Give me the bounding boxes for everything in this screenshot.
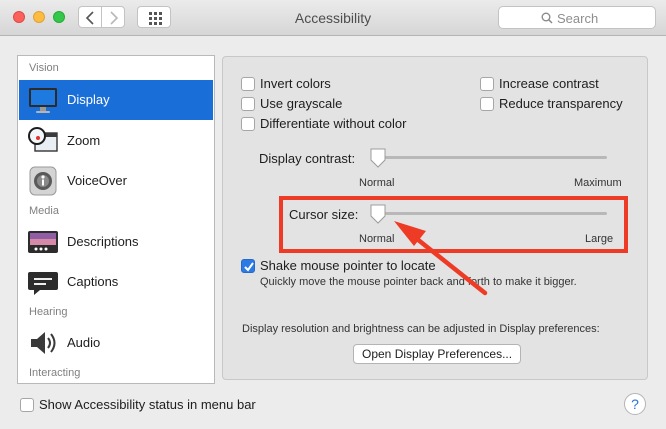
contrast-max-label: Maximum <box>574 177 622 189</box>
sidebar-item-label: VoiceOver <box>67 173 127 188</box>
checkbox[interactable] <box>480 97 494 111</box>
checkmark-icon <box>244 262 254 272</box>
shake-hint-text: Quickly move the mouse pointer back and … <box>260 276 577 288</box>
display-contrast-slider-knob[interactable] <box>369 148 387 168</box>
checkbox-label: Reduce transparency <box>499 96 623 111</box>
title-bar: Accessibility <box>0 0 666 36</box>
descriptions-icon <box>28 231 58 253</box>
sidebar-item-label: Captions <box>67 274 119 289</box>
sidebar-item-voiceover[interactable]: VoiceOver <box>19 161 213 201</box>
sidebar-item-zoom[interactable]: Zoom <box>19 121 213 161</box>
checkbox[interactable] <box>241 97 255 111</box>
captions-icon <box>28 272 58 295</box>
checkbox-label: Use grayscale <box>260 96 343 111</box>
search-field[interactable] <box>498 6 656 29</box>
checkbox-label: Differentiate without color <box>260 116 407 131</box>
section-label-media: Media <box>29 205 59 217</box>
checkbox[interactable] <box>241 259 255 273</box>
category-sidebar[interactable]: Vision Display Zoom VoiceOver Media Desc… <box>17 55 215 384</box>
checkbox-label: Increase contrast <box>499 76 599 91</box>
search-icon <box>541 12 553 24</box>
section-label-vision: Vision <box>29 62 59 74</box>
display-contrast-label: Display contrast: <box>259 151 356 166</box>
voiceover-icon <box>29 166 57 196</box>
help-button[interactable]: ? <box>624 393 646 415</box>
checkbox-label: Shake mouse pointer to locate <box>260 258 436 273</box>
sidebar-item-descriptions[interactable]: Descriptions <box>19 222 213 262</box>
contrast-min-label: Normal <box>359 177 395 189</box>
checkbox[interactable] <box>20 398 34 412</box>
sidebar-item-label: Descriptions <box>67 234 139 249</box>
display-contrast-slider[interactable] <box>373 156 607 159</box>
sidebar-item-audio[interactable]: Audio <box>19 323 213 363</box>
sidebar-item-label: Zoom <box>67 133 101 148</box>
sidebar-item-display[interactable]: Display <box>19 80 213 120</box>
zoom-icon <box>28 127 58 152</box>
open-display-preferences-button[interactable]: Open Display Preferences... <box>353 344 522 364</box>
highlight-box <box>279 196 628 253</box>
checkbox-label: Show Accessibility status in menu bar <box>39 397 256 412</box>
search-input[interactable] <box>557 10 649 26</box>
checkbox[interactable] <box>241 77 255 91</box>
resolution-note: Display resolution and brightness can be… <box>242 323 600 335</box>
section-label-hearing: Hearing <box>29 306 68 318</box>
checkbox[interactable] <box>241 117 255 131</box>
audio-icon <box>31 332 56 354</box>
sidebar-item-label: Display <box>67 92 110 107</box>
checkbox-label: Invert colors <box>260 76 331 91</box>
sidebar-item-label: Audio <box>67 335 101 350</box>
display-icon <box>29 88 57 113</box>
section-label-interacting: Interacting <box>29 367 81 379</box>
sidebar-item-captions[interactable]: Captions <box>19 262 213 302</box>
checkbox[interactable] <box>480 77 494 91</box>
